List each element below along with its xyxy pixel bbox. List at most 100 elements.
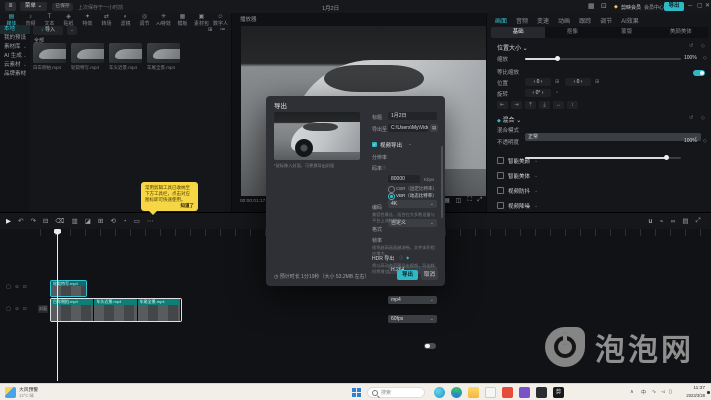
- opacity-keyframe-icon[interactable]: ◇: [703, 138, 707, 144]
- rotate-knob-icon[interactable]: ◔: [555, 90, 558, 96]
- inspector-tab[interactable]: 音频: [516, 16, 528, 25]
- export-confirm-button[interactable]: 导出: [397, 270, 418, 280]
- tray-expand-icon[interactable]: ∧: [630, 389, 634, 395]
- menu-button[interactable]: 菜单 ⌄: [20, 2, 47, 11]
- media-tab[interactable]: ✦ 特效: [78, 14, 97, 25]
- reset-icon[interactable]: ↺: [689, 43, 693, 49]
- cancel-button[interactable]: 取消: [421, 270, 438, 280]
- weather-title[interactable]: 大风预警: [19, 386, 38, 393]
- fps-dropdown[interactable]: 60fps: [388, 315, 437, 323]
- panel-adapt-icon[interactable]: ⊡: [601, 3, 607, 10]
- alignment-icon[interactable]: ⤓: [539, 101, 550, 109]
- timeline-option-icon[interactable]: ∞: [671, 218, 676, 225]
- track-mute-icon[interactable]: ⊘: [15, 284, 19, 290]
- section-checkbox[interactable]: [497, 187, 504, 194]
- hdr-info-icon[interactable]: ⓘ: [399, 255, 403, 261]
- playhead[interactable]: [57, 229, 58, 381]
- media-tab[interactable]: T 文本: [40, 14, 59, 25]
- input-method-indicator[interactable]: 中: [641, 389, 646, 396]
- blend-keyframe-icon[interactable]: ◇: [701, 115, 705, 121]
- resolution-dropdown[interactable]: 4K: [388, 200, 437, 208]
- player-control-icon[interactable]: ⛶: [467, 197, 471, 204]
- media-tab[interactable]: ▣ 素材包: [192, 14, 211, 25]
- layout-switch-icon[interactable]: ▦: [588, 3, 595, 10]
- media-clip[interactable]: 车头近景.mp4: [109, 43, 142, 71]
- section-position-size[interactable]: 位置大小 ⌄: [497, 43, 528, 52]
- taskbar-app-icon[interactable]: [519, 387, 530, 398]
- hdr-toggle[interactable]: [424, 343, 436, 349]
- media-nav-item[interactable]: AI 生成: [0, 52, 30, 61]
- scale-slider-knob[interactable]: [555, 56, 560, 61]
- timeline-tool-icon[interactable]: ⌫: [55, 217, 64, 225]
- timeline-tool-icon[interactable]: ⟲: [110, 217, 115, 225]
- media-tab[interactable]: ◐ 滤镜: [116, 14, 135, 25]
- cbr-radio[interactable]: [388, 186, 395, 193]
- wifi-icon[interactable]: ∿: [652, 389, 656, 395]
- media-tab[interactable]: ✳ AI特效: [154, 14, 173, 25]
- media-tab[interactable]: ◈ 贴纸: [59, 14, 78, 25]
- position-x-keyframe-icon[interactable]: ⊞: [555, 79, 559, 85]
- inspector-tab[interactable]: 动画: [558, 16, 570, 25]
- path-field-input[interactable]: C:\Users\My\Videos\…: [388, 124, 428, 132]
- section-blend[interactable]: ◆ 混合 ⌄: [497, 115, 521, 124]
- timeline-tool-icon[interactable]: ⊞: [98, 217, 103, 225]
- timeline-clip-top[interactable]: 轮毂特写.mp4: [50, 280, 87, 297]
- bitrate-value-input[interactable]: 80000: [388, 175, 420, 183]
- vip-center-link[interactable]: 会员中心: [644, 4, 664, 11]
- timeline-tool-icon[interactable]: ▶: [6, 217, 11, 225]
- rotate-stepper[interactable]: ‹ 0° ›: [525, 89, 551, 97]
- uniform-scale-toggle[interactable]: [693, 70, 705, 76]
- inspector-tab[interactable]: AI效果: [621, 16, 639, 25]
- export-cover-thumbnail[interactable]: [274, 112, 360, 160]
- timeline-option-icon[interactable]: ∪: [648, 217, 653, 225]
- video-export-checkbox[interactable]: ✓: [372, 142, 377, 147]
- notification-dot[interactable]: [707, 391, 710, 394]
- taskbar-app-icon[interactable]: [485, 387, 496, 398]
- timeline-tool-icon[interactable]: ◪: [85, 217, 91, 225]
- sort-icon[interactable]: ≔: [220, 27, 226, 33]
- taskbar-app-icon[interactable]: [502, 387, 513, 398]
- scale-keyframe-icon[interactable]: ◇: [703, 55, 707, 61]
- keyframe-icon[interactable]: ◇: [701, 43, 705, 49]
- import-button[interactable]: ↓ 导入: [33, 26, 63, 35]
- clock-time[interactable]: 11:37: [679, 386, 705, 391]
- title-field-input[interactable]: 1月2日: [388, 112, 437, 120]
- clock-date[interactable]: 2023/3/28: [679, 393, 705, 398]
- timeline-tool-icon[interactable]: ↷: [30, 217, 35, 225]
- timeline-option-icon[interactable]: ⌁: [660, 217, 664, 225]
- section-checkbox[interactable]: [497, 172, 504, 179]
- track-hide-icon[interactable]: ◯: [6, 306, 11, 312]
- timeline-tool-icon[interactable]: ⋯: [147, 217, 154, 225]
- timeline-option-icon[interactable]: ⤢: [695, 217, 700, 225]
- media-tab[interactable]: ♪ 音频: [21, 14, 40, 25]
- track-mute-icon[interactable]: ⊘: [15, 306, 19, 312]
- import-options-button[interactable]: ⌄: [67, 26, 77, 35]
- minimize-button[interactable]: ─: [688, 3, 692, 10]
- inspector-subtab[interactable]: 抠像: [545, 27, 599, 38]
- media-nav-item[interactable]: 素材库: [0, 43, 30, 52]
- weather-icon[interactable]: [5, 387, 16, 398]
- inspector-tab[interactable]: 画面: [495, 16, 507, 25]
- section-checkbox[interactable]: [497, 157, 504, 164]
- media-tab[interactable]: ▦ 模板: [173, 14, 192, 25]
- blend-mode-dropdown[interactable]: 正常: [525, 133, 701, 141]
- media-nav-item[interactable]: 品牌素材: [0, 70, 30, 79]
- grid-view-icon[interactable]: ⊞: [208, 27, 213, 33]
- dialog-scrollbar[interactable]: [441, 146, 443, 218]
- timeline-tool-icon[interactable]: ↶: [18, 217, 23, 225]
- timeline-tool-icon[interactable]: ▥: [72, 217, 78, 225]
- maximize-button[interactable]: ▢: [697, 3, 703, 10]
- timeline-tool-icon[interactable]: ▭: [134, 217, 140, 225]
- media-tab[interactable]: ☺ 数字人: [211, 14, 230, 25]
- media-clip[interactable]: 轮毂特写.mp4: [71, 43, 104, 71]
- collapsed-section[interactable]: 智能美体 ⌄: [497, 168, 707, 183]
- alignment-icon[interactable]: ↕: [567, 101, 578, 109]
- timeline-tool-icon[interactable]: ◔: [123, 218, 127, 225]
- taskbar-app-icon[interactable]: [434, 387, 445, 398]
- media-tab[interactable]: ⇄ 转场: [97, 14, 116, 25]
- taskbar-app-icon[interactable]: 剪: [553, 387, 564, 398]
- collapsed-section[interactable]: 视频降噪 ⌄: [497, 198, 707, 212]
- collapsed-section[interactable]: 视频防抖 ⌄: [497, 183, 707, 198]
- position-y-stepper[interactable]: ‹ 0 ›: [565, 78, 591, 86]
- start-button[interactable]: [352, 388, 361, 397]
